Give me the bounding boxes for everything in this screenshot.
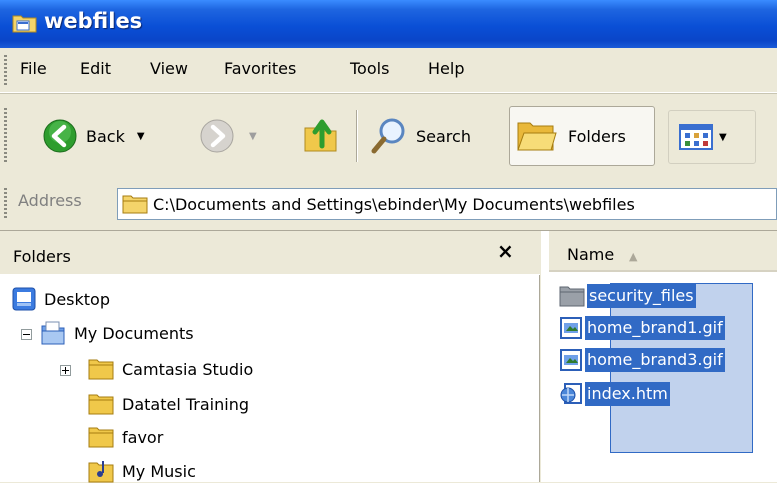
tree-item-label: Datatel Training bbox=[122, 394, 249, 414]
views-grid-icon bbox=[679, 124, 713, 150]
standard-toolbar: Back ▼ ▼ Search Folders ▼ bbox=[0, 93, 777, 179]
toolbar-grip[interactable] bbox=[4, 108, 7, 162]
up-folder-button[interactable] bbox=[302, 114, 340, 154]
folder-icon bbox=[559, 286, 585, 307]
address-bar: Address C:\Documents and Settings\ebinde… bbox=[0, 178, 777, 231]
back-label: Back bbox=[86, 126, 125, 146]
forward-button[interactable]: ▼ bbox=[199, 118, 257, 154]
toolbar-separator bbox=[356, 110, 358, 162]
close-icon[interactable]: × bbox=[497, 239, 514, 263]
views-dropdown-arrow[interactable]: ▼ bbox=[719, 132, 727, 143]
desktop-icon bbox=[12, 287, 36, 311]
address-path: C:\Documents and Settings\ebinder\My Doc… bbox=[153, 195, 635, 214]
file-name: home_brand3.gif bbox=[585, 348, 725, 372]
file-item-index-htm[interactable]: index.htm bbox=[559, 382, 670, 406]
search-magnifier-icon bbox=[371, 118, 405, 154]
collapse-toggle[interactable] bbox=[21, 329, 32, 340]
menu-view[interactable]: View bbox=[150, 59, 188, 78]
folders-pane-header: Folders × bbox=[0, 231, 540, 275]
folders-button[interactable]: Folders bbox=[509, 106, 655, 166]
folder-icon bbox=[88, 427, 114, 448]
my-documents-icon bbox=[41, 321, 65, 345]
expand-toggle[interactable] bbox=[60, 365, 71, 376]
address-label: Address bbox=[18, 191, 82, 210]
tree-item-camtasia-studio[interactable]: Camtasia Studio bbox=[88, 358, 253, 380]
folder-icon bbox=[88, 394, 114, 415]
title-bar[interactable]: webfiles bbox=[0, 0, 777, 48]
menu-bar: File Edit View Favorites Tools Help bbox=[0, 48, 777, 93]
file-item-home-brand1[interactable]: home_brand1.gif bbox=[559, 316, 725, 340]
name-column-header[interactable]: Name ▲ bbox=[549, 231, 777, 272]
search-label: Search bbox=[416, 126, 471, 146]
tree-item-label: favor bbox=[122, 427, 164, 447]
tree-item-desktop[interactable]: Desktop bbox=[12, 287, 110, 311]
file-list-pane: Name ▲ security_files home_brand1.gif ho… bbox=[541, 231, 777, 482]
folders-pane: Folders × Desktop My Documents Camtasia … bbox=[0, 231, 540, 483]
address-field[interactable]: C:\Documents and Settings\ebinder\My Doc… bbox=[117, 188, 777, 220]
forward-arrow-icon bbox=[200, 119, 234, 153]
menu-favorites[interactable]: Favorites bbox=[224, 59, 296, 78]
tree-item-my-music[interactable]: My Music bbox=[88, 459, 196, 483]
forward-dropdown-arrow[interactable]: ▼ bbox=[249, 131, 257, 142]
address-bar-grip[interactable] bbox=[4, 188, 7, 220]
folder-window-icon bbox=[12, 15, 37, 33]
file-item-home-brand3[interactable]: home_brand3.gif bbox=[559, 348, 725, 372]
folders-label: Folders bbox=[568, 126, 626, 146]
tree-item-label: My Music bbox=[122, 461, 196, 481]
tree-item-label: Desktop bbox=[44, 289, 110, 309]
tree-item-label: Camtasia Studio bbox=[122, 359, 254, 379]
tree-item-my-documents[interactable]: My Documents bbox=[40, 320, 194, 346]
name-column-label: Name bbox=[567, 245, 615, 264]
gif-image-icon bbox=[560, 349, 582, 371]
tree-item-datatel-training[interactable]: Datatel Training bbox=[88, 393, 249, 415]
folder-icon bbox=[88, 359, 114, 380]
folder-icon bbox=[122, 195, 148, 214]
file-name: index.htm bbox=[585, 382, 670, 406]
back-arrow-icon bbox=[43, 119, 77, 153]
menu-file[interactable]: File bbox=[20, 59, 47, 78]
views-button[interactable]: ▼ bbox=[668, 110, 756, 164]
folders-icon bbox=[517, 122, 557, 151]
window-title: webfiles bbox=[44, 9, 143, 33]
up-folder-icon bbox=[304, 119, 337, 152]
tree-item-favor[interactable]: favor bbox=[88, 426, 163, 448]
menu-edit[interactable]: Edit bbox=[80, 59, 111, 78]
music-folder-icon bbox=[88, 461, 114, 483]
html-file-icon bbox=[560, 383, 582, 404]
tree-item-label: My Documents bbox=[74, 323, 194, 343]
back-dropdown-arrow[interactable]: ▼ bbox=[137, 131, 145, 142]
back-button[interactable]: Back ▼ bbox=[42, 118, 145, 154]
file-name: security_files bbox=[587, 284, 696, 308]
search-button[interactable]: Search bbox=[370, 116, 471, 156]
folders-pane-title: Folders bbox=[13, 247, 71, 266]
file-name: home_brand1.gif bbox=[585, 316, 725, 340]
menu-tools[interactable]: Tools bbox=[350, 59, 389, 78]
menu-help[interactable]: Help bbox=[428, 59, 464, 78]
file-item-security-files[interactable]: security_files bbox=[559, 284, 696, 308]
menu-bar-grip[interactable] bbox=[4, 55, 7, 85]
gif-image-icon bbox=[560, 317, 582, 339]
sort-ascending-icon: ▲ bbox=[629, 250, 638, 263]
